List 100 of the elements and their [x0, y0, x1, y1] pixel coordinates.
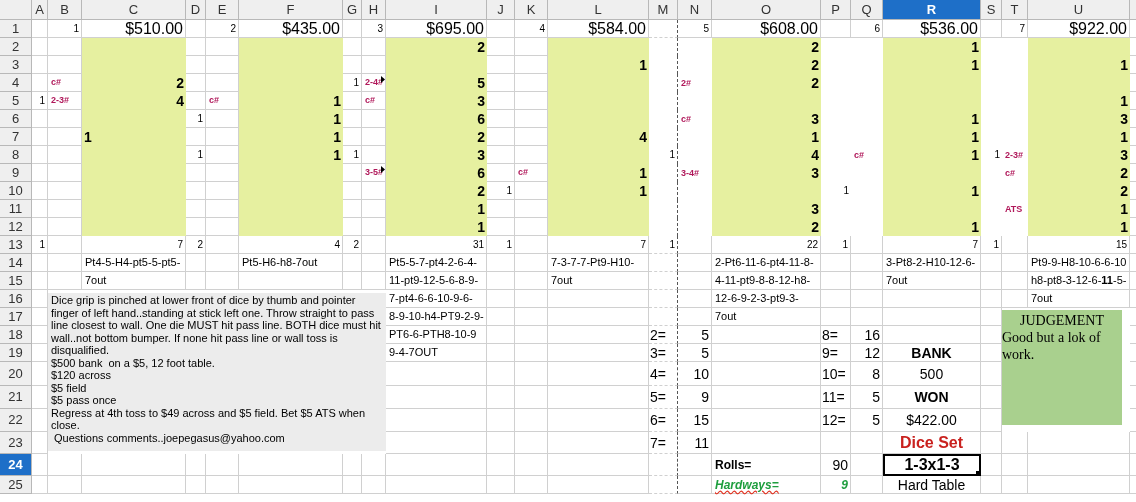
spreadsheet-cell[interactable]: 12-6-9-2-3-pt9-3-	[712, 290, 821, 308]
spreadsheet-cell[interactable]: 7out	[883, 272, 981, 290]
row-header[interactable]: 11	[0, 200, 32, 218]
column-header[interactable]: H	[362, 0, 386, 20]
highlighted-cell[interactable]: 2	[1028, 164, 1130, 182]
column-header[interactable]: N	[678, 0, 712, 20]
spreadsheet-cell[interactable]	[649, 308, 678, 326]
column-header[interactable]: G	[343, 0, 362, 20]
spreadsheet-cell[interactable]: 9	[821, 476, 851, 494]
spreadsheet-cell[interactable]: 7-3-7-7-Pt9-H10-	[548, 254, 649, 272]
row-header[interactable]: 10	[0, 182, 32, 200]
spreadsheet-cell[interactable]: 1	[343, 74, 362, 92]
select-all-corner[interactable]	[0, 0, 32, 20]
spreadsheet-cell[interactable]: 2	[343, 236, 362, 254]
column-header[interactable]: U	[1028, 0, 1130, 20]
spreadsheet-cell[interactable]: 1	[186, 110, 206, 128]
spreadsheet-cell[interactable]: 3-Pt8-2-H10-12-6-	[883, 254, 981, 272]
column-header[interactable]: I	[386, 0, 487, 20]
column-header[interactable]: Q	[851, 0, 883, 20]
spreadsheet-cell[interactable]: 2	[206, 20, 239, 38]
spreadsheet-cell[interactable]: 7	[883, 236, 981, 254]
highlighted-cell[interactable]: 1	[883, 128, 981, 146]
spreadsheet-cell[interactable]: Hard Table	[883, 476, 981, 494]
highlighted-cell[interactable]: 3	[386, 146, 487, 164]
highlighted-cell[interactable]: 6	[386, 164, 487, 182]
spreadsheet-cell[interactable]: 7=	[649, 432, 678, 454]
row-header[interactable]: 16	[0, 290, 32, 308]
spreadsheet-cell[interactable]: 31	[386, 236, 487, 254]
highlighted-cell[interactable]: 1	[712, 128, 821, 146]
spreadsheet-cell[interactable]: 500	[883, 362, 981, 386]
spreadsheet-cell[interactable]: 15	[678, 409, 712, 432]
highlighted-cell[interactable]: 2	[712, 38, 821, 56]
column-header[interactable]: L	[548, 0, 649, 20]
spreadsheet-cell[interactable]	[649, 476, 678, 494]
spreadsheet-cell[interactable]: 1	[48, 20, 82, 38]
highlighted-cell[interactable]: 3	[1028, 146, 1130, 164]
row-header[interactable]: 19	[0, 344, 32, 362]
spreadsheet-cell[interactable]: 11=	[821, 386, 851, 409]
spreadsheet-cell[interactable]	[649, 254, 678, 272]
spreadsheet-cell[interactable]: 22	[712, 236, 821, 254]
spreadsheet-cell[interactable]: Pt4-5-H4-pt5-5-pt5-	[82, 254, 186, 272]
row-header[interactable]: 25	[0, 476, 32, 494]
row-header[interactable]: 13	[0, 236, 32, 254]
spreadsheet-cell[interactable]: 16	[851, 326, 883, 344]
spreadsheet-cell[interactable]: 8	[851, 362, 883, 386]
fill-handle[interactable]	[976, 471, 981, 476]
column-header[interactable]	[1130, 0, 1136, 20]
highlighted-cell[interactable]	[82, 218, 186, 236]
highlighted-cell[interactable]: 1	[1028, 56, 1130, 74]
spreadsheet-cell[interactable]: 1	[186, 146, 206, 164]
column-header[interactable]: O	[712, 0, 821, 20]
highlighted-cell[interactable]: 1	[883, 38, 981, 56]
highlighted-cell[interactable]: 3	[712, 110, 821, 128]
highlighted-cell[interactable]: 2	[712, 56, 821, 74]
spreadsheet-cell[interactable]	[649, 454, 678, 476]
spreadsheet-cell[interactable]: h8-pt8-3-12-6-11-5-	[1028, 272, 1130, 290]
spreadsheet-cell[interactable]: 11-pt9-12-5-6-8-9-	[386, 272, 487, 290]
spreadsheet-cell[interactable]: 3=	[649, 344, 678, 362]
row-header[interactable]: 14	[0, 254, 32, 272]
spreadsheet-cell[interactable]: 9=	[821, 344, 851, 362]
highlighted-cell[interactable]	[239, 38, 343, 56]
spreadsheet-cell[interactable]: 11	[678, 432, 712, 454]
highlighted-cell[interactable]	[239, 218, 343, 236]
spreadsheet-cell[interactable]: 90	[821, 454, 851, 476]
highlighted-cell[interactable]: 1	[883, 110, 981, 128]
column-header[interactable]: F	[239, 0, 343, 20]
spreadsheet-cell[interactable]: 2-Pt6-11-6-pt4-11-8-	[712, 254, 821, 272]
row-header[interactable]: 20	[0, 362, 32, 386]
spreadsheet-cell[interactable]: WON	[883, 386, 981, 409]
spreadsheet-cell[interactable]: Pt5-H6-h8-7out	[239, 254, 343, 272]
highlighted-cell[interactable]: 4	[712, 146, 821, 164]
spreadsheet-cell[interactable]: 1	[487, 236, 515, 254]
highlighted-cell[interactable]: 2	[1028, 182, 1130, 200]
highlighted-cell[interactable]: 5	[386, 74, 487, 92]
row-header[interactable]: 23	[0, 432, 32, 454]
row-header[interactable]: 22	[0, 409, 32, 432]
highlighted-cell[interactable]: 2	[712, 218, 821, 236]
spreadsheet-cell[interactable]: 7out	[548, 272, 649, 290]
column-header[interactable]: D	[186, 0, 206, 20]
column-header[interactable]: R	[883, 0, 981, 20]
spreadsheet-cell[interactable]: 2	[186, 236, 206, 254]
row-header[interactable]: 7	[0, 128, 32, 146]
spreadsheet-cell[interactable]: 6=	[649, 409, 678, 432]
column-header[interactable]: E	[206, 0, 239, 20]
spreadsheet-cell[interactable]: $422.00	[883, 409, 981, 432]
spreadsheet-cell[interactable]: 4	[239, 236, 343, 254]
highlighted-cell[interactable]: 1	[1028, 218, 1130, 236]
highlighted-cell[interactable]: 1	[239, 128, 343, 146]
spreadsheet-cell[interactable]: 5	[851, 409, 883, 432]
row-header[interactable]: 5	[0, 92, 32, 110]
column-header[interactable]: S	[981, 0, 1002, 20]
column-header[interactable]: M	[649, 0, 678, 20]
highlighted-cell[interactable]: 3	[712, 200, 821, 218]
highlighted-cell[interactable]: 2	[712, 74, 821, 92]
spreadsheet-cell[interactable]: Dice Set	[883, 432, 981, 454]
row-header[interactable]: 3	[0, 56, 32, 74]
cell-cursor[interactable]: 1-3x1-3	[883, 454, 981, 476]
spreadsheet-cell[interactable]: Pt5-5-7-pt4-2-6-4-	[386, 254, 487, 272]
column-header[interactable]: K	[515, 0, 548, 20]
row-header[interactable]: 12	[0, 218, 32, 236]
